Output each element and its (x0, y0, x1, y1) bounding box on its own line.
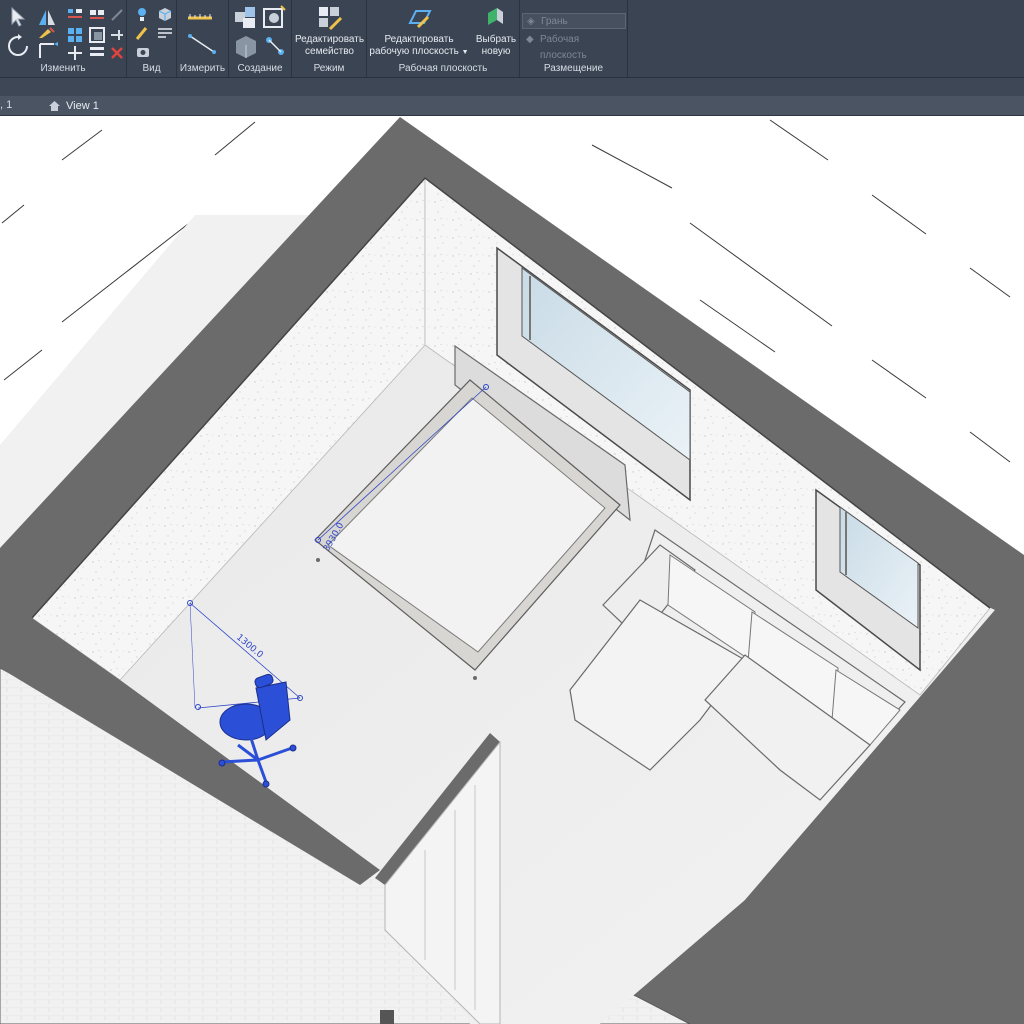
panel-workplane: Редактировать рабочую плоскость ▼ Выбрат… (367, 0, 520, 78)
move-icon[interactable] (66, 44, 84, 62)
offset-icon[interactable] (36, 26, 58, 40)
delete-icon[interactable] (108, 44, 126, 62)
view-tab-bar: , 1 View 1 (0, 96, 1024, 116)
trim-extend-icon[interactable] (36, 40, 60, 60)
visibility-icon[interactable] (134, 5, 152, 23)
camera-icon[interactable] (134, 43, 152, 61)
array-icon[interactable] (66, 26, 84, 44)
previous-view-tab[interactable]: , 1 (0, 99, 12, 111)
edit-workplane-label-line1: Редактировать (384, 34, 454, 45)
dropdown-arrow-icon[interactable]: ▼ (462, 49, 469, 56)
scale-icon[interactable] (88, 26, 106, 44)
panel-label-create: Создание (237, 63, 283, 74)
pick-new-label-line2: новую (481, 46, 511, 57)
panel-create: Создание (229, 0, 292, 78)
link-icon[interactable] (263, 34, 287, 58)
pick-new-label-line1: Выбрать (475, 34, 517, 45)
copy-icon[interactable] (88, 6, 106, 24)
measure-ruler-icon[interactable] (186, 6, 216, 24)
modify-cursor-icon[interactable] (8, 6, 30, 28)
panel-measure: Измерить (177, 0, 229, 78)
model-in-place-icon[interactable] (233, 33, 259, 59)
create-group-icon[interactable] (261, 4, 287, 30)
pick-new-icon (488, 8, 503, 25)
cube-view-icon[interactable] (156, 5, 174, 23)
facade-vent-icon (380, 1010, 394, 1024)
face-placement-icon: ◈ (527, 16, 535, 27)
panel-label-modify: Изменить (40, 63, 86, 74)
panel-label-mode: Режим (313, 63, 345, 74)
placement-face-option: ◈ Грань (522, 13, 626, 29)
split-element-icon[interactable] (88, 44, 106, 62)
edit-family-button[interactable]: Редактировать семейство (292, 5, 367, 58)
placement-workplane-option: ◆ Рабочая плоскость (522, 32, 626, 61)
edit-workplane-label-text: рабочую плоскость (369, 46, 459, 57)
component-icon[interactable] (233, 4, 259, 30)
align-icon[interactable] (66, 6, 84, 24)
view-tab-active[interactable]: View 1 (46, 96, 136, 116)
panel-mode: Редактировать семейство Режим (292, 0, 367, 78)
panel-label-placement: Размещение (543, 63, 604, 74)
edit-family-icon (318, 7, 342, 31)
panel-label-measure: Измерить (179, 63, 226, 74)
edit-workplane-label-line2: рабочую плоскость ▼ (369, 46, 469, 59)
panel-modify: Изменить (0, 0, 127, 78)
linework-icon[interactable] (156, 24, 174, 42)
placement-workplane-label: Рабочая плоскость (540, 34, 587, 61)
aligned-dimension-icon[interactable] (186, 32, 220, 56)
pin-icon[interactable] (108, 26, 126, 44)
edit-family-label-line2: семейство (305, 46, 354, 57)
panel-view: Вид (127, 0, 177, 78)
edit-workplane-button[interactable]: Редактировать рабочую плоскость ▼ (369, 5, 469, 59)
pick-new-button[interactable]: Выбрать новую (473, 5, 519, 58)
workplane-placement-icon: ◆ (526, 34, 534, 45)
model-canvas[interactable]: 3930.0 1300.0 (0, 117, 1024, 1024)
edit-workplane-icon (408, 10, 432, 29)
split-icon (111, 9, 123, 21)
home-icon (49, 101, 60, 111)
placement-face-label: Грань (541, 16, 568, 27)
options-bar (0, 78, 1024, 96)
paint-icon[interactable] (134, 24, 152, 42)
panel-label-view: Вид (142, 63, 161, 74)
3d-viewport[interactable]: 3930.0 1300.0 (0, 117, 1024, 1024)
panel-label-workplane: Рабочая плоскость (398, 63, 488, 74)
edit-family-label-line1: Редактировать (294, 34, 365, 45)
ribbon: Изменить Вид Измерить Создание Редактиро… (0, 0, 1024, 78)
panel-placement: ◈ Грань ◆ Рабочая плоскость Размещение (520, 0, 628, 78)
mirror-icon[interactable] (36, 6, 58, 28)
rotate-icon[interactable] (6, 34, 30, 58)
view-tab-label: View 1 (66, 100, 99, 112)
